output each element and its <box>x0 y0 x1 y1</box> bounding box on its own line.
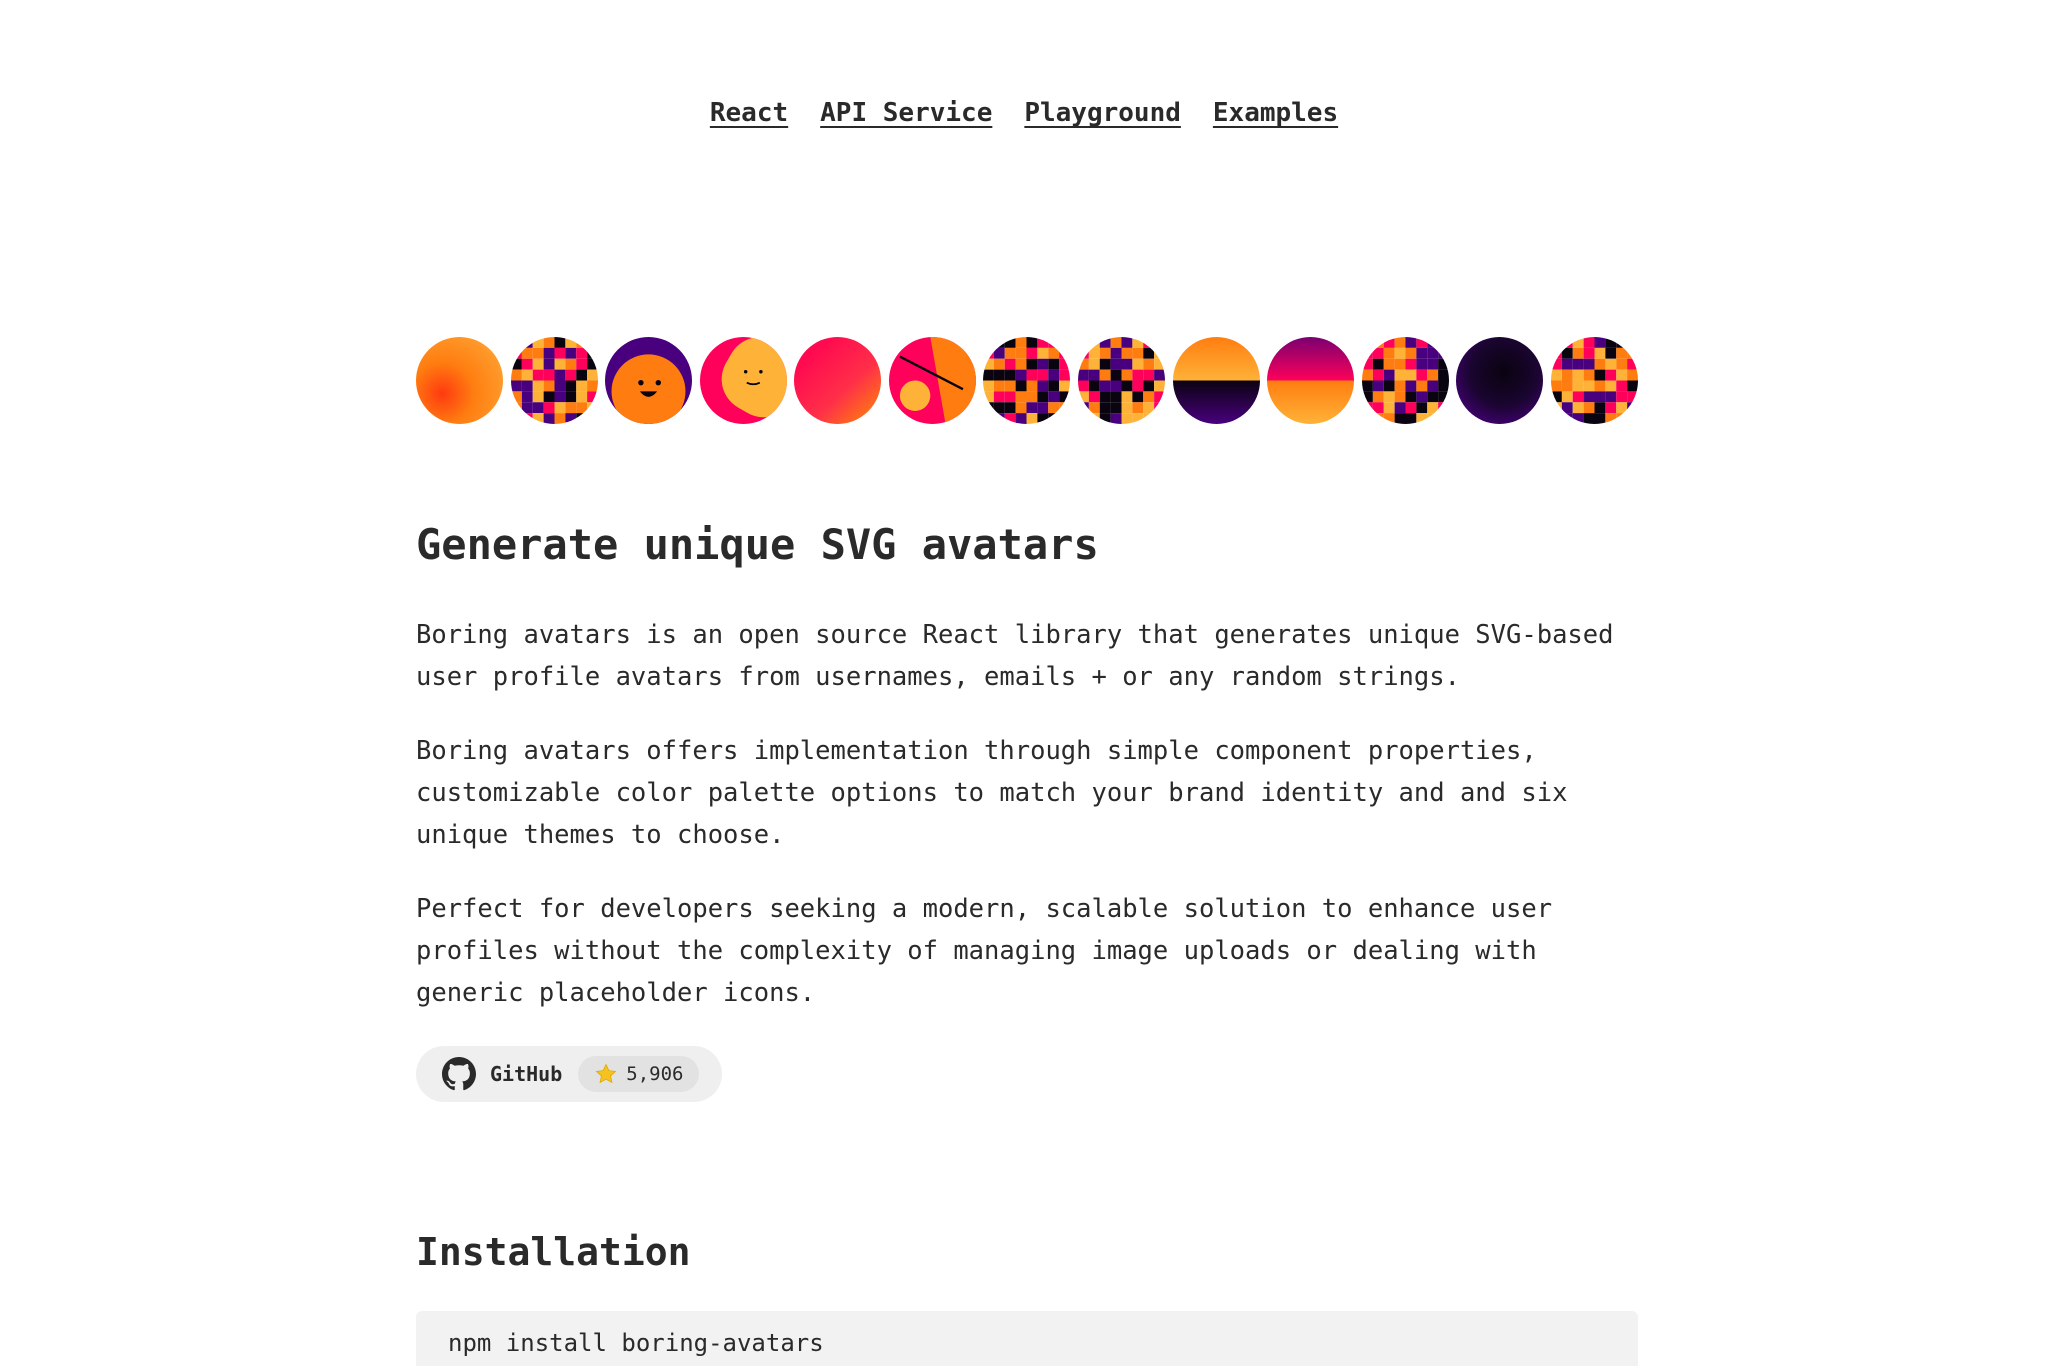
star-count-badge: 5,906 <box>578 1056 700 1092</box>
avatar-showcase <box>416 337 1638 424</box>
avatar-beam <box>605 337 693 424</box>
github-button[interactable]: GitHub 5,906 <box>416 1046 722 1102</box>
intro-paragraph: Boring avatars is an open source React l… <box>416 620 1614 692</box>
github-icon <box>442 1057 476 1091</box>
avatar-pixel <box>510 337 598 424</box>
avatar-marble <box>416 337 503 424</box>
avatar-pixel <box>1550 337 1638 424</box>
star-icon <box>595 1063 617 1084</box>
nav-link-react[interactable]: React <box>710 98 788 128</box>
star-count: 5,906 <box>626 1063 684 1085</box>
github-label: GitHub <box>490 1062 563 1086</box>
installation-heading: Installation <box>416 1230 691 1274</box>
avatar-beam <box>699 337 787 424</box>
nav-link-api-service[interactable]: API Service <box>820 98 992 128</box>
avatar-marble <box>794 337 882 424</box>
nav-link-examples[interactable]: Examples <box>1213 98 1338 128</box>
nav-link-playground[interactable]: Playground <box>1024 98 1181 128</box>
page-title: Generate unique SVG avatars <box>416 520 1099 569</box>
avatar-pixel <box>1078 337 1166 424</box>
install-code-block[interactable]: npm install boring-avatars <box>416 1311 1638 1366</box>
avatar-pixel <box>1361 337 1449 424</box>
avatar-bauhaus <box>888 337 976 424</box>
avatar-pixel <box>983 337 1071 424</box>
audience-paragraph: Perfect for developers seeking a modern,… <box>416 894 1553 1008</box>
top-nav: React API Service Playground Examples <box>0 98 2048 128</box>
install-command: npm install boring-avatars <box>448 1329 824 1357</box>
avatar-sunset <box>1267 337 1355 424</box>
features-paragraph: Boring avatars offers implementation thr… <box>416 736 1568 850</box>
avatar-marble <box>1456 337 1544 424</box>
avatar-sunset <box>1172 337 1260 424</box>
